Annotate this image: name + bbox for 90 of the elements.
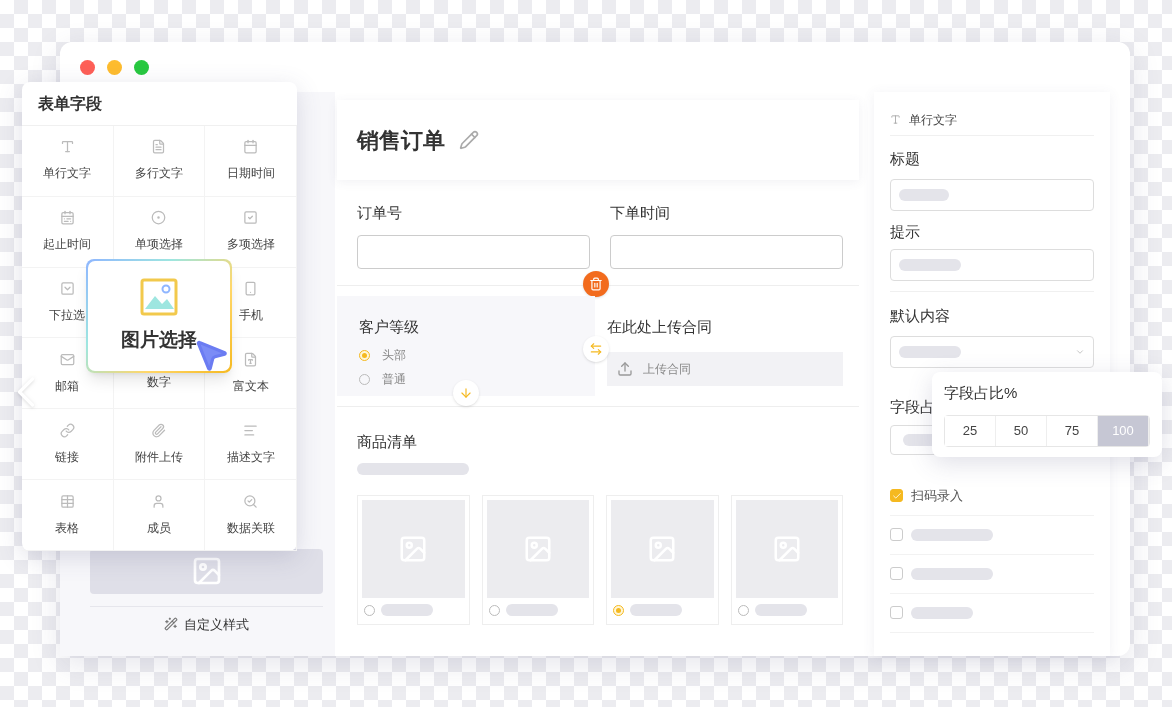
placeholder-bar [754,604,807,616]
table-icon [59,493,75,509]
checkbox-icon [243,210,259,226]
radio-button[interactable] [613,604,624,616]
text-icon [59,139,75,155]
phone-icon [243,281,259,297]
text-icon [890,114,901,125]
field-type-item[interactable]: 单行文字 [43,139,92,183]
popup-title: 字段占比% [944,383,1019,403]
product-card[interactable] [606,495,719,625]
placeholder-bar [630,604,682,616]
input-field[interactable] [357,234,590,269]
form-title: 销售订单 [357,126,445,155]
field-label: 字段占 [890,397,936,417]
radio-icon [151,210,167,226]
arrow-down-icon [459,385,473,400]
field-type-item[interactable]: 表格 [55,493,80,537]
custom-style-button[interactable]: 自定义样式 [164,614,249,634]
swap-icon [589,341,603,356]
maximize-button[interactable] [134,59,149,75]
panel-header: 单行文字 [909,111,957,129]
wand-icon [164,617,178,632]
field-label: 商品清单 [357,431,418,452]
checkbox[interactable] [890,567,903,580]
paperclip-icon [151,422,167,438]
field-type-item[interactable]: 附件上传 [135,422,183,466]
placeholder-bar [381,604,433,616]
field-type-item[interactable]: 描述文字 [226,422,275,466]
placeholder-bar [899,188,949,201]
trash-icon [589,276,603,291]
minimize-button[interactable] [107,59,122,75]
placeholder-bar [505,604,558,616]
field-type-item[interactable]: 富文本 [232,351,269,395]
dragged-field-card[interactable]: 图片选择 [86,259,232,373]
field-label: 下单时间 [610,203,671,223]
product-card[interactable] [730,495,843,625]
link-icon [59,422,75,438]
width-option[interactable]: 25 [945,415,996,446]
checkbox[interactable] [890,528,903,541]
field-type-item[interactable]: 数字 [147,373,171,392]
input-field[interactable] [890,178,1094,211]
edit-icon[interactable] [459,130,479,150]
mail-icon [59,351,75,367]
image-icon [140,277,178,316]
field-label: 在此处上传合同 [607,316,713,337]
field-label: 客户等级 [359,316,420,337]
file-icon [243,351,259,367]
calendar-range-icon [59,210,75,226]
field-label: 默认内容 [890,307,950,324]
document-icon [151,139,167,155]
field-type-item[interactable]: 邮箱 [55,351,80,395]
delete-button[interactable] [583,270,609,297]
check-icon [891,490,902,501]
search-icon [243,493,259,509]
field-type-item[interactable]: 成员 [147,493,171,537]
chevron-down-icon [1075,347,1085,357]
field-type-item[interactable]: 链接 [55,422,80,466]
placeholder-bar [899,346,961,358]
lines-icon [243,422,259,438]
field-label: 提示 [890,221,921,242]
input-field[interactable] [890,249,1094,281]
radio-button[interactable] [359,349,370,361]
card-label: 图片选择 [121,327,197,352]
palette-title: 表单字段 [38,93,102,114]
field-type-item[interactable]: 多项选择 [226,210,275,254]
field-label: 订单号 [357,203,403,223]
calendar-icon [243,139,259,155]
checkbox[interactable] [890,606,903,619]
dropdown-icon [59,281,75,297]
user-icon [151,493,167,509]
field-type-item[interactable]: 单项选择 [135,210,183,254]
field-type-item[interactable]: 多行文字 [135,139,183,183]
field-type-item[interactable]: 数据关联 [226,493,275,537]
product-card[interactable] [481,495,594,625]
field-type-item[interactable]: 下拉选 [49,281,86,325]
field-type-item[interactable]: 手机 [238,281,263,325]
upload-icon [617,361,633,377]
field-type-item[interactable]: 日期时间 [226,139,275,183]
option-label: 普通 [382,371,406,388]
placeholder-bar [899,259,961,271]
checkbox[interactable] [890,489,903,502]
close-button[interactable] [80,59,95,75]
field-type-item[interactable]: 起止时间 [43,210,92,254]
checkbox-label: 扫码录入 [911,486,963,505]
product-card[interactable] [357,495,470,625]
placeholder-bar [911,606,973,619]
input-field[interactable] [610,234,843,269]
option-label: 头部 [382,347,406,364]
select-field[interactable] [890,336,1094,368]
field-label: 标题 [890,149,921,169]
